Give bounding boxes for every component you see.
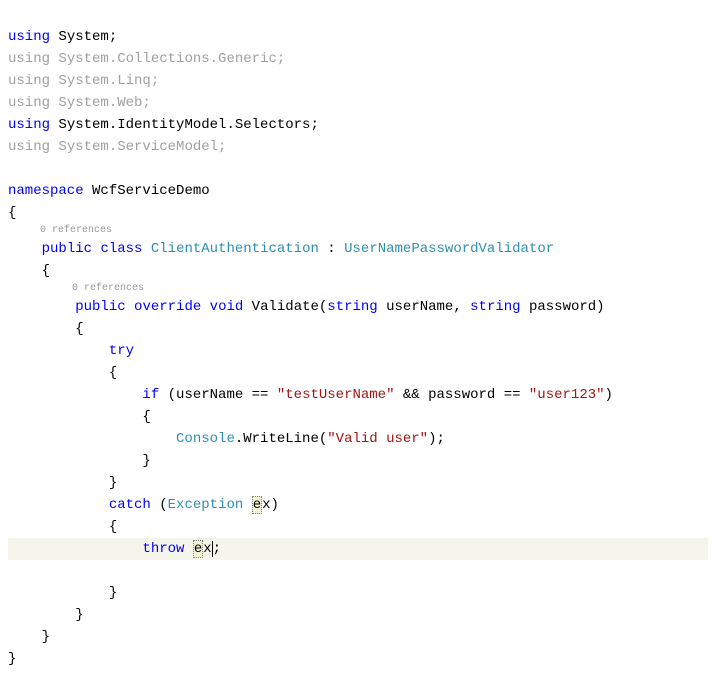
brace-line: }	[8, 585, 117, 601]
highlighted-char: e	[252, 496, 262, 514]
keyword-class: class	[100, 241, 142, 257]
namespace-name: System	[58, 29, 108, 45]
keyword-catch: catch	[109, 497, 151, 513]
code-line: using System.Collections.Generic;	[8, 51, 285, 67]
keyword-using-dim: using	[8, 51, 50, 67]
variable-name: x	[203, 541, 211, 557]
code-line: public override void Validate(string use…	[8, 299, 605, 315]
keyword-try: try	[109, 343, 134, 359]
code-line: using System.IdentityModel.Selectors;	[8, 117, 319, 133]
keyword-throw: throw	[142, 541, 184, 557]
keyword-override: override	[134, 299, 201, 315]
brace-line: }	[8, 453, 151, 469]
brace-line: }	[8, 607, 84, 623]
code-line: public class ClientAuthentication : User…	[8, 241, 554, 257]
code-line: Console.WriteLine("Valid user");	[8, 431, 445, 447]
keyword-void: void	[210, 299, 244, 315]
keyword-if: if	[142, 387, 159, 403]
keyword-using: using	[8, 29, 50, 45]
namespace-dim: System.ServiceModel;	[50, 139, 226, 155]
method-name: Validate(	[243, 299, 327, 315]
base-class-name: UserNamePasswordValidator	[344, 241, 554, 257]
keyword-using: using	[8, 117, 50, 133]
namespace-dim: System.Linq;	[50, 73, 159, 89]
brace-line: {	[8, 365, 117, 381]
brace-line: {	[8, 321, 84, 337]
class-name: ClientAuthentication	[151, 241, 319, 257]
code-line: catch (Exception ex)	[8, 496, 279, 514]
brace-line: }	[8, 651, 16, 667]
code-line: using System;	[8, 29, 117, 45]
string-literal: "user123"	[529, 387, 605, 403]
namespace-name: WcfServiceDemo	[84, 183, 210, 199]
keyword-using-dim: using	[8, 73, 50, 89]
code-line: if (userName == "testUserName" && passwo…	[8, 387, 613, 403]
variable-name: x	[262, 497, 270, 513]
keyword-using-dim: using	[8, 95, 50, 111]
code-line: using System.ServiceModel;	[8, 139, 226, 155]
code-text: ;	[109, 29, 117, 45]
keyword-using-dim: using	[8, 139, 50, 155]
string-literal: "Valid user"	[327, 431, 428, 447]
param-name: userName,	[378, 299, 470, 315]
current-line: throw ex;	[8, 538, 708, 560]
brace-line: {	[8, 519, 117, 535]
code-line: using System.Web;	[8, 95, 151, 111]
type-console: Console	[176, 431, 235, 447]
namespace-dim: System.Collections.Generic;	[50, 51, 285, 67]
method-call: .WriteLine(	[235, 431, 327, 447]
code-line: try	[8, 343, 134, 359]
code-line: namespace WcfServiceDemo	[8, 183, 210, 199]
keyword-public: public	[42, 241, 92, 257]
brace-line: {	[8, 409, 151, 425]
keyword-namespace: namespace	[8, 183, 84, 199]
namespace-dim: System.Web;	[50, 95, 151, 111]
string-literal: "testUserName"	[277, 387, 395, 403]
keyword-string: string	[327, 299, 377, 315]
codelens-references[interactable]: 0 references	[40, 224, 708, 238]
blank-line	[8, 161, 16, 177]
code-line: using System.Linq;	[8, 73, 159, 89]
param-name: password)	[521, 299, 605, 315]
keyword-public: public	[75, 299, 125, 315]
keyword-string: string	[470, 299, 520, 315]
brace-line: }	[8, 629, 50, 645]
brace-line: {	[8, 205, 16, 221]
namespace-name: System.IdentityModel.Selectors;	[50, 117, 319, 133]
type-exception: Exception	[168, 497, 244, 513]
brace-line: {	[8, 263, 50, 279]
brace-line: }	[8, 475, 117, 491]
highlighted-char: e	[193, 540, 203, 558]
code-editor[interactable]: using System; using System.Collections.G…	[0, 0, 716, 674]
codelens-references[interactable]: 0 references	[72, 282, 708, 296]
